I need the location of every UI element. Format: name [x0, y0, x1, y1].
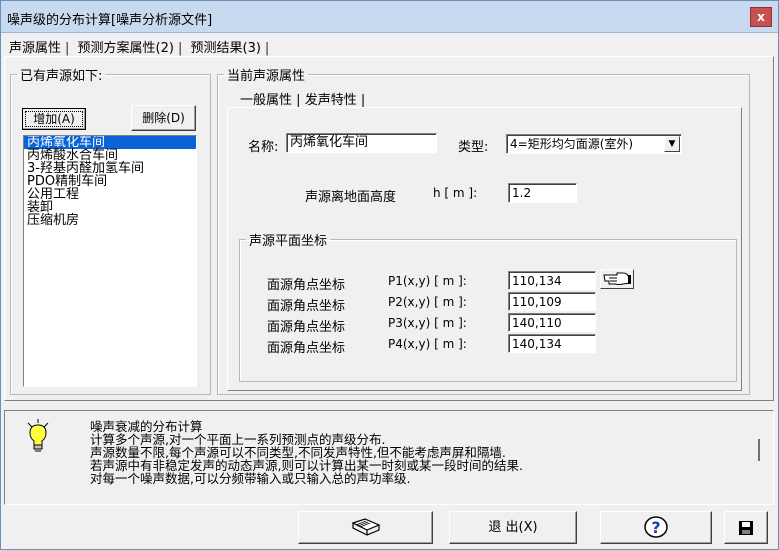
props-group-legend: 当前声源属性: [227, 69, 306, 84]
manual-button[interactable]: [298, 511, 433, 544]
name-field[interactable]: 丙烯氧化车间: [286, 133, 437, 153]
type-label: 类型:: [458, 140, 489, 155]
close-button[interactable]: x: [750, 7, 772, 27]
corner-label: 面源角点坐标: [267, 299, 346, 314]
svg-text:?: ?: [651, 518, 660, 537]
corner-p1-field[interactable]: 110,134: [508, 271, 596, 290]
sources-group-legend: 已有声源如下:: [20, 69, 103, 84]
tab-emission[interactable]: 发声特性: [305, 93, 357, 108]
type-select[interactable]: 4=矩形均匀面源(室外) ▼: [506, 134, 682, 154]
tab-source-props[interactable]: 声源属性: [9, 41, 61, 56]
info-line: 对每一个噪声数据,可以分频带输入或只输入总的声功率级.: [90, 471, 411, 486]
pick-coords-button[interactable]: [600, 269, 634, 289]
tab-separator: |: [360, 93, 366, 108]
corner-label: 面源角点坐标: [267, 320, 346, 335]
lightbulb-icon: [27, 419, 49, 452]
info-text: 噪声衰减的分布计算 计算多个声源,对一个平面上一系列预测点的声级分布. 声源数量…: [90, 420, 523, 485]
tab-separator: |: [264, 41, 270, 56]
main-tabs: 声源属性 | 预测方案属性(2) | 预测结果(3) |: [9, 37, 273, 56]
chevron-down-icon[interactable]: ▼: [664, 136, 680, 152]
add-source-button[interactable]: 增加(A): [22, 108, 86, 130]
type-select-value: 4=矩形均匀面源(室外): [510, 137, 634, 151]
list-item[interactable]: 压缩机房: [24, 214, 196, 227]
tab-results[interactable]: 预测结果(3): [191, 41, 261, 56]
main-window: 噪声级的分布计算[噪声分析源文件] x 声源属性 | 预测方案属性(2) | 预测结…: [0, 0, 779, 550]
tab-separator: |: [296, 93, 301, 108]
corner-unit: P3(x,y) [ m ]:: [388, 316, 467, 330]
info-scrollbar[interactable]: [758, 439, 760, 461]
coord-group-legend: 声源平面坐标: [249, 234, 328, 249]
corner-label: 面源角点坐标: [267, 341, 346, 356]
tab-general[interactable]: 一般属性: [240, 93, 292, 108]
delete-source-button[interactable]: 删除(D): [131, 105, 196, 131]
corner-unit: P2(x,y) [ m ]:: [388, 295, 467, 309]
tab-separator: |: [65, 41, 70, 56]
tab-separator: |: [177, 41, 183, 56]
help-button[interactable]: ?: [600, 511, 712, 544]
corner-p2-field[interactable]: 110,109: [508, 292, 596, 311]
pointing-hand-icon: [603, 272, 631, 285]
corner-label: 面源角点坐标: [267, 278, 346, 293]
corner-p4-field[interactable]: 140,134: [508, 334, 596, 353]
height-label: 声源离地面高度: [305, 190, 397, 205]
props-tabs: 一般属性 | 发声特性 |: [240, 89, 365, 108]
floppy-disk-icon: [739, 521, 753, 535]
tab-plan-props[interactable]: 预测方案属性(2): [78, 41, 174, 56]
help-icon: ?: [644, 516, 668, 538]
save-button[interactable]: [724, 511, 768, 544]
exit-button[interactable]: 退 出(X): [449, 511, 577, 544]
title-bar: 噪声级的分布计算[噪声分析源文件] x: [1, 1, 778, 33]
height-field[interactable]: 1.2: [508, 183, 577, 203]
corner-p3-field[interactable]: 140,110: [508, 313, 596, 332]
height-unit: h [ m ]:: [433, 186, 478, 200]
source-listbox[interactable]: 丙烯氧化车间 丙烯酸水合车间 3-羟基丙醛加氢车间 PDO精制车间 公用工程 装…: [23, 135, 197, 387]
book-icon: [350, 518, 381, 536]
name-label: 名称:: [248, 140, 279, 155]
window-title: 噪声级的分布计算[噪声分析源文件]: [7, 13, 213, 28]
corner-unit: P4(x,y) [ m ]:: [388, 337, 467, 351]
corner-unit: P1(x,y) [ m ]:: [388, 274, 467, 288]
